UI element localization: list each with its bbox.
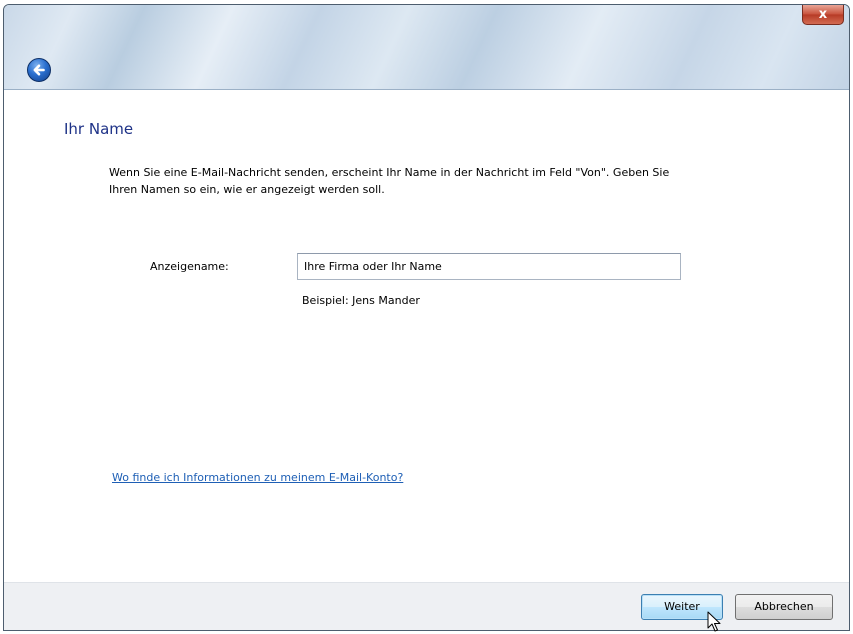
example-text: Beispiel: Jens Mander — [302, 294, 420, 307]
content-area: Ihr Name Wenn Sie eine E-Mail-Nachricht … — [4, 90, 849, 582]
description-text: Wenn Sie eine E-Mail-Nachricht senden, e… — [109, 166, 670, 196]
title-bar: x — [4, 5, 849, 90]
display-name-label: Anzeigename: — [150, 260, 229, 273]
display-name-input[interactable] — [297, 253, 681, 280]
mouse-cursor-icon — [707, 611, 721, 632]
page-title: Ihr Name — [64, 120, 134, 138]
dialog-window: x Ihr Name Wenn Sie eine E-Mail-Nachrich… — [3, 4, 850, 631]
back-button[interactable] — [27, 58, 51, 82]
close-icon: x — [818, 7, 828, 22]
email-account-help-link[interactable]: Wo finde ich Informationen zu meinem E-M… — [112, 471, 403, 484]
back-arrow-icon — [33, 64, 45, 76]
close-button[interactable]: x — [802, 5, 844, 25]
cancel-button[interactable]: Abbrechen — [735, 594, 833, 620]
